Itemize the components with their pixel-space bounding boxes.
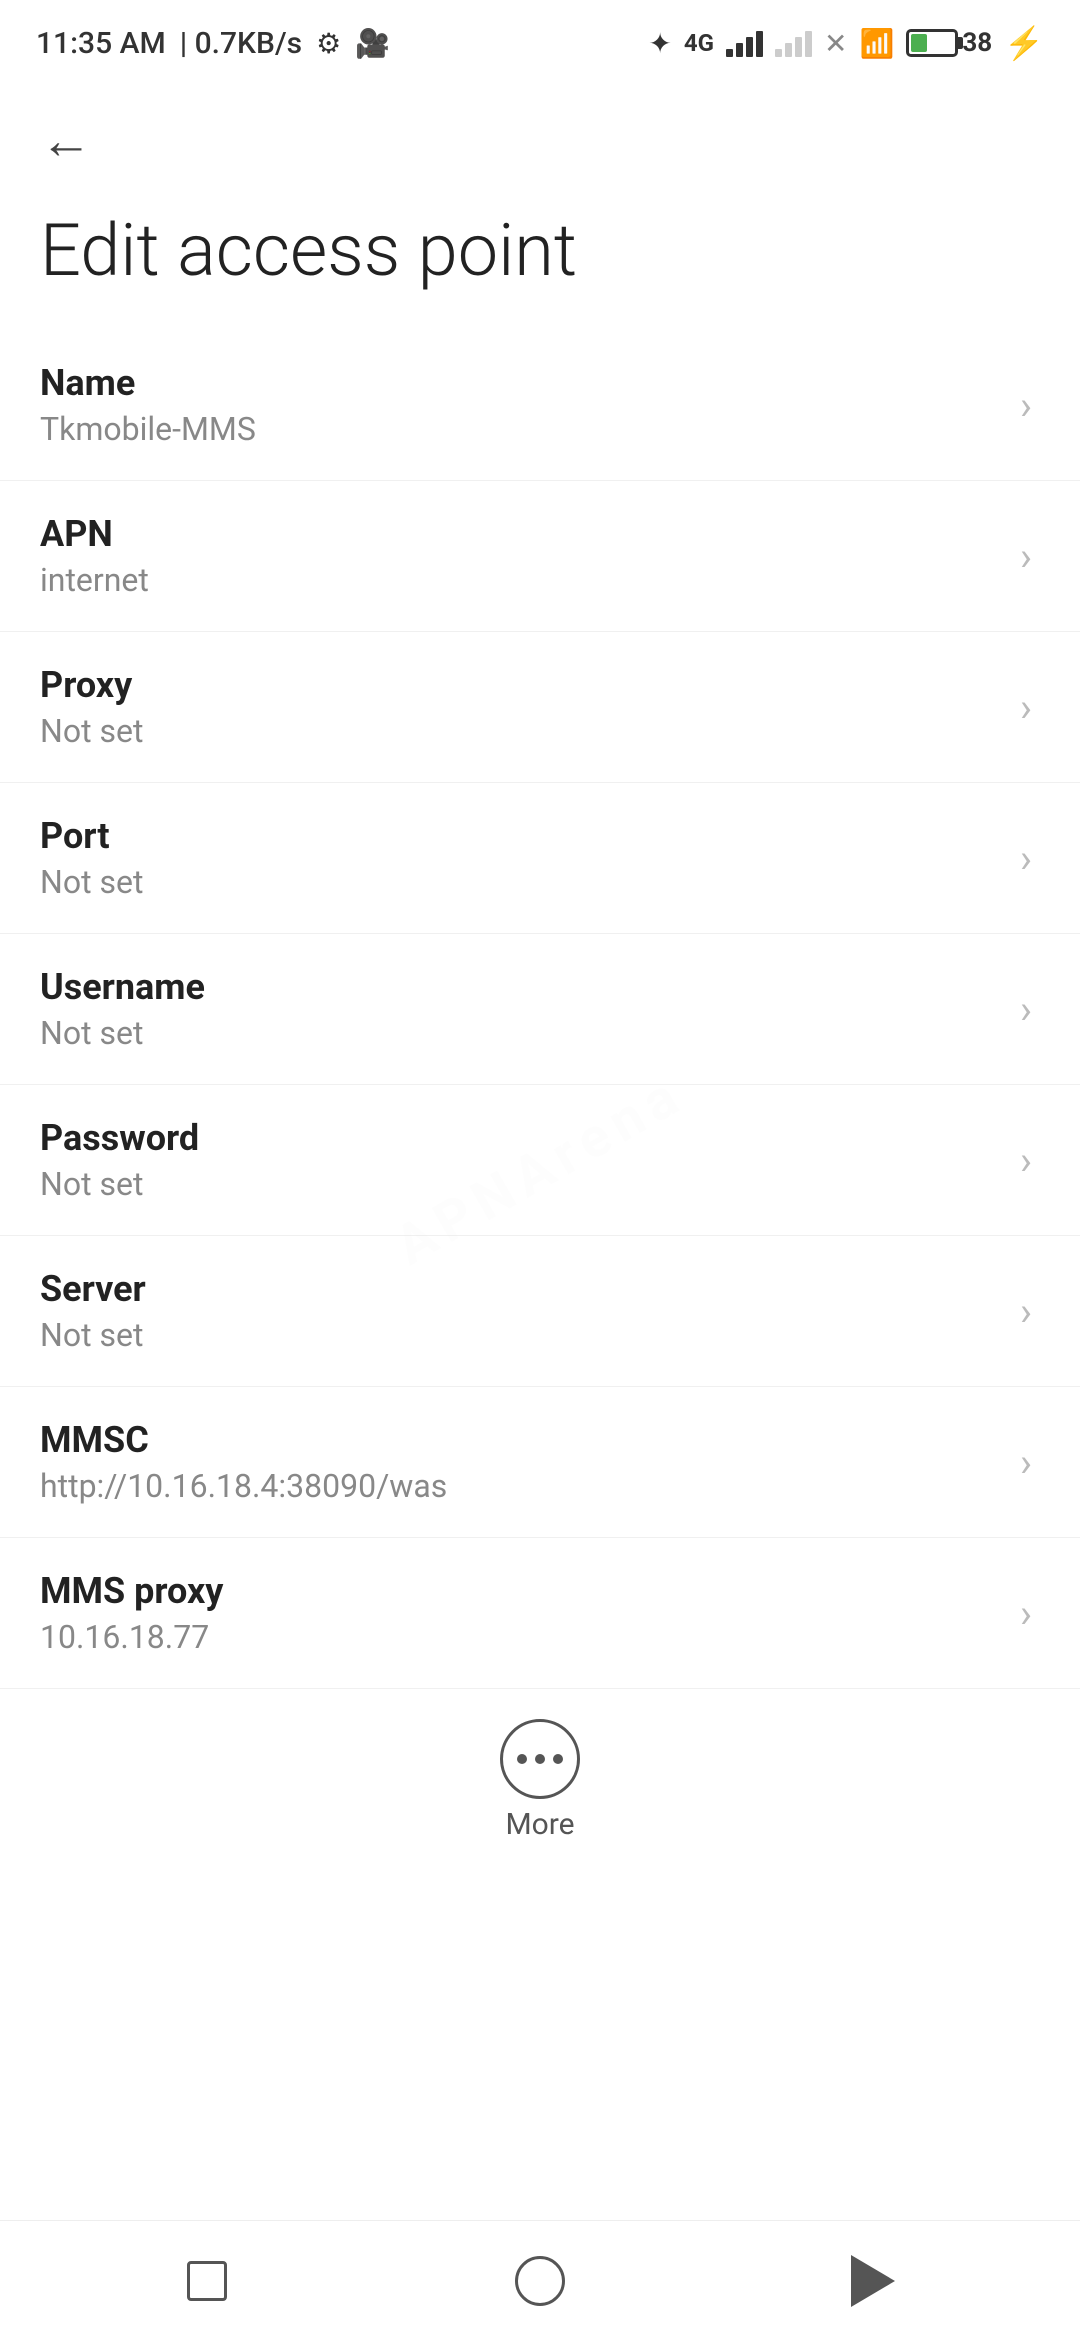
home-icon: [515, 2256, 565, 2306]
settings-item-value: Tkmobile-MMS: [40, 410, 1000, 448]
network-type: 4G: [684, 29, 714, 57]
battery-icon: [906, 29, 958, 57]
settings-item-content: Username Not set: [40, 966, 1000, 1052]
recents-icon: [187, 2261, 227, 2301]
bottom-nav: [0, 2220, 1080, 2340]
chevron-right-icon: ›: [1020, 986, 1032, 1033]
chevron-right-icon: ›: [1020, 684, 1032, 731]
settings-item-content: MMSC http://10.16.18.4:38090/was: [40, 1419, 1000, 1505]
signal-bars-2: [775, 29, 812, 57]
settings-item-value: Not set: [40, 1316, 1000, 1354]
nav-home-button[interactable]: [500, 2241, 580, 2321]
more-circle-icon: [500, 1719, 580, 1799]
chevron-right-icon: ›: [1020, 382, 1032, 429]
settings-item-label: Password: [40, 1117, 1000, 1159]
wifi-icon: 📶: [859, 27, 894, 60]
settings-item-mms-proxy[interactable]: MMS proxy 10.16.18.77 ›: [0, 1538, 1080, 1689]
chevron-right-icon: ›: [1020, 1288, 1032, 1335]
settings-item-value: Not set: [40, 1165, 1000, 1203]
status-right: ✦ 4G ✕ 📶 38 ⚡: [648, 24, 1044, 62]
settings-item-password[interactable]: Password Not set ›: [0, 1085, 1080, 1236]
status-bar: 11:35 AM | 0.7KB/s ⚙ 🎥 ✦ 4G ✕ 📶 38 ⚡: [0, 0, 1080, 80]
settings-item-value: Not set: [40, 1014, 1000, 1052]
chevron-right-icon: ›: [1020, 1137, 1032, 1184]
nav-recents-button[interactable]: [167, 2241, 247, 2321]
settings-item-content: Proxy Not set: [40, 664, 1000, 750]
settings-item-label: MMS proxy: [40, 1570, 1000, 1612]
more-dots-icon: [517, 1754, 563, 1764]
settings-item-content: Server Not set: [40, 1268, 1000, 1354]
chevron-right-icon: ›: [1020, 1439, 1032, 1486]
settings-item-content: Port Not set: [40, 815, 1000, 901]
chevron-right-icon: ›: [1020, 533, 1032, 580]
battery-container: 38: [906, 28, 992, 58]
settings-icon: ⚙: [316, 27, 341, 60]
settings-item-content: APN internet: [40, 513, 1000, 599]
settings-item-value: internet: [40, 561, 1000, 599]
settings-item-label: MMSC: [40, 1419, 1000, 1461]
back-button[interactable]: ←: [40, 110, 92, 171]
back-icon: [851, 2255, 895, 2307]
more-label: More: [505, 1807, 574, 1842]
settings-item-name[interactable]: Name Tkmobile-MMS ›: [0, 330, 1080, 481]
settings-item-proxy[interactable]: Proxy Not set ›: [0, 632, 1080, 783]
settings-item-label: Server: [40, 1268, 1000, 1310]
settings-item-username[interactable]: Username Not set ›: [0, 934, 1080, 1085]
settings-item-label: APN: [40, 513, 1000, 555]
settings-item-label: Port: [40, 815, 1000, 857]
settings-item-value: 10.16.18.77: [40, 1618, 1000, 1656]
settings-item-apn[interactable]: APN internet ›: [0, 481, 1080, 632]
settings-item-label: Proxy: [40, 664, 1000, 706]
settings-item-server[interactable]: Server Not set ›: [0, 1236, 1080, 1387]
signal-bars-1: [726, 29, 763, 57]
battery-percent: 38: [962, 28, 992, 58]
nav-back[interactable]: ←: [0, 80, 1080, 181]
settings-item-label: Name: [40, 362, 1000, 404]
settings-list: Name Tkmobile-MMS › APN internet › Proxy…: [0, 330, 1080, 1689]
settings-item-value: Not set: [40, 712, 1000, 750]
more-button[interactable]: More: [0, 1689, 1080, 1862]
status-left: 11:35 AM | 0.7KB/s ⚙ 🎥: [36, 26, 390, 61]
bluetooth-icon: ✦: [648, 27, 671, 60]
speed-display: | 0.7KB/s: [180, 26, 302, 61]
camera-icon: 🎥: [355, 27, 390, 60]
settings-item-port[interactable]: Port Not set ›: [0, 783, 1080, 934]
time-display: 11:35 AM: [36, 26, 166, 61]
settings-item-label: Username: [40, 966, 1000, 1008]
settings-item-value: Not set: [40, 863, 1000, 901]
settings-item-content: MMS proxy 10.16.18.77: [40, 1570, 1000, 1656]
settings-item-content: Name Tkmobile-MMS: [40, 362, 1000, 448]
chevron-right-icon: ›: [1020, 835, 1032, 882]
chevron-right-icon: ›: [1020, 1590, 1032, 1637]
page-title: Edit access point: [0, 181, 1080, 330]
no-signal-icon: ✕: [824, 27, 847, 60]
nav-back-button[interactable]: [833, 2241, 913, 2321]
settings-item-value: http://10.16.18.4:38090/was: [40, 1467, 1000, 1505]
charging-icon: ⚡: [1004, 24, 1044, 62]
settings-item-mmsc[interactable]: MMSC http://10.16.18.4:38090/was ›: [0, 1387, 1080, 1538]
settings-item-content: Password Not set: [40, 1117, 1000, 1203]
